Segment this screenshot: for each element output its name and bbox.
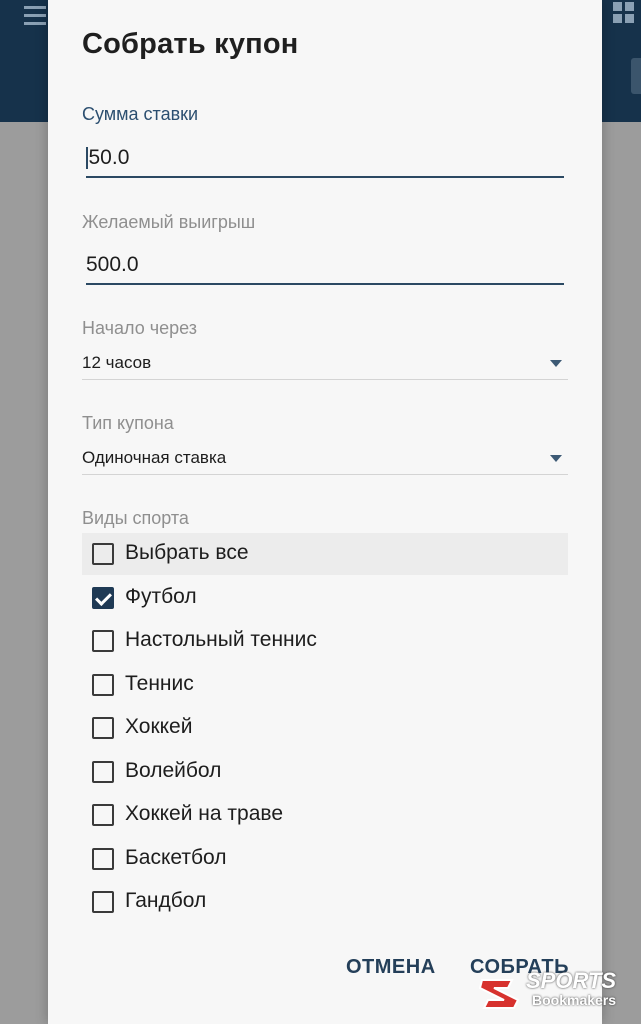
sport-option-table-tennis[interactable]: Настольный теннис [82, 620, 568, 662]
dropdown-arrow-icon [550, 360, 562, 367]
start-value: 12 часов [82, 353, 152, 372]
sport-option-hockey[interactable]: Хоккей [82, 707, 568, 749]
watermark-text-sports: SPORTS [526, 968, 617, 993]
grid-icon[interactable] [613, 2, 635, 24]
checkbox[interactable] [92, 674, 114, 696]
dropdown-arrow-icon [550, 455, 562, 462]
sport-option-label: Гандбол [125, 889, 207, 912]
coupon-type-select[interactable]: Одиночная ставка [82, 442, 568, 475]
text-cursor [86, 147, 88, 170]
cancel-button[interactable]: ОТМЕНА [346, 956, 436, 979]
start-select[interactable]: 12 часов [82, 347, 568, 380]
sport-option-label: Волейбол [125, 759, 222, 782]
sport-option-label: Настольный теннис [125, 628, 317, 651]
build-coupon-dialog: Собрать купон Сумма ставки 50.0 Желаемый… [48, 0, 602, 1024]
sport-option-label: Хоккей на траве [125, 802, 283, 825]
sport-option-handball[interactable]: Гандбол [82, 881, 568, 923]
stake-label: Сумма ставки [82, 104, 199, 124]
sport-option-select-all[interactable]: Выбрать все [82, 533, 568, 575]
checkbox[interactable] [92, 630, 114, 652]
sport-option-field-hockey[interactable]: Хоккей на траве [82, 794, 568, 836]
checkbox[interactable] [92, 543, 114, 565]
watermark: SPORTS Bookmakers [478, 968, 638, 1024]
start-label: Начало через [82, 318, 197, 338]
type-value: Одиночная ставка [82, 448, 227, 467]
sport-option-volleyball[interactable]: Волейбол [82, 751, 568, 793]
sport-option-label: Баскетбол [125, 846, 227, 869]
sport-option-basketball[interactable]: Баскетбол [82, 838, 568, 880]
appbar-search-field[interactable] [631, 58, 641, 94]
sports-label: Виды спорта [82, 508, 189, 528]
win-input[interactable]: 500.0 [86, 247, 564, 285]
checkbox[interactable] [92, 717, 114, 739]
sport-option-football[interactable]: Футбол [82, 577, 568, 619]
type-label: Тип купона [82, 413, 174, 433]
checkbox[interactable] [92, 848, 114, 870]
sport-option-label: Хоккей [125, 715, 193, 738]
sport-option-tennis[interactable]: Теннис [82, 664, 568, 706]
watermark-logo-icon [478, 979, 520, 1009]
stake-value: 50.0 [88, 146, 130, 169]
checkbox[interactable] [92, 761, 114, 783]
dialog-title: Собрать купон [82, 28, 299, 60]
checkbox[interactable] [92, 891, 114, 913]
sport-option-label: Теннис [125, 672, 194, 695]
checkbox[interactable] [92, 804, 114, 826]
sport-option-label: Выбрать все [125, 541, 249, 564]
menu-icon[interactable] [0, 6, 46, 26]
checkbox-checked[interactable] [92, 587, 114, 609]
stake-input[interactable]: 50.0 [86, 140, 564, 178]
win-value: 500.0 [86, 253, 139, 276]
win-label: Желаемый выигрыш [82, 212, 256, 232]
sport-option-label: Футбол [125, 585, 197, 608]
watermark-text-bookmakers: Bookmakers [532, 992, 617, 1008]
